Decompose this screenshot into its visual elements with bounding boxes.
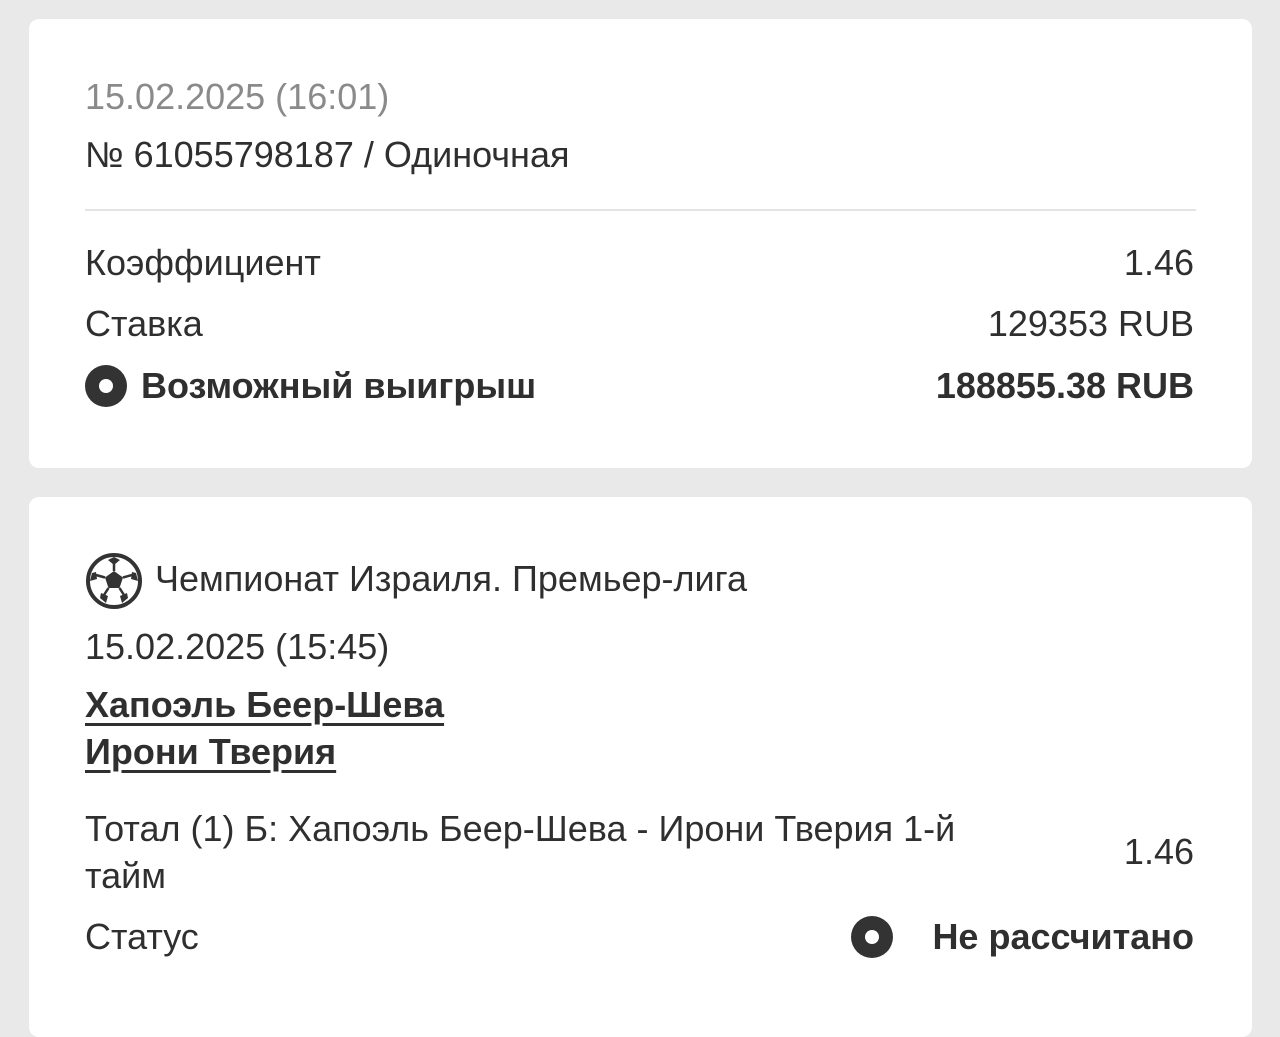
bet-summary-card: 15.02.2025 (16:01) № 61055798187 / Одино… (29, 19, 1252, 468)
bet-datetime: 15.02.2025 (16:01) (85, 76, 390, 117)
bet-id: № 61055798187 / Одиночная (85, 134, 570, 175)
status-dot-icon (851, 916, 893, 958)
possible-win-label: Возможный выигрыш (141, 365, 537, 406)
market-description-cont: тайм (85, 855, 166, 896)
status-label: Статус (85, 916, 199, 957)
market-coefficient: 1.46 (1123, 831, 1194, 872)
market-description: Тотал (1) Б: Хапоэль Беер-Шева - Ирони Т… (85, 808, 956, 849)
soccer-ball-icon (86, 553, 142, 609)
team-home-link[interactable]: Хапоэль Беер-Шева (85, 683, 444, 727)
divider (85, 209, 1196, 211)
radio-dot-icon (85, 365, 127, 407)
event-card: Чемпионат Израиля. Премьер-лига 15.02.20… (29, 497, 1252, 1037)
possible-win-value: 188855.38 RUB (935, 365, 1194, 406)
stake-label: Ставка (85, 303, 203, 344)
status-value: Не рассчитано (932, 916, 1194, 957)
event-datetime: 15.02.2025 (15:45) (85, 626, 390, 667)
stake-value: 129353 RUB (987, 303, 1194, 344)
team-away-link[interactable]: Ирони Тверия (85, 730, 336, 774)
coefficient-value: 1.46 (1123, 242, 1194, 283)
league-name: Чемпионат Израиля. Премьер-лига (155, 558, 747, 599)
coefficient-label: Коэффициент (85, 242, 321, 283)
